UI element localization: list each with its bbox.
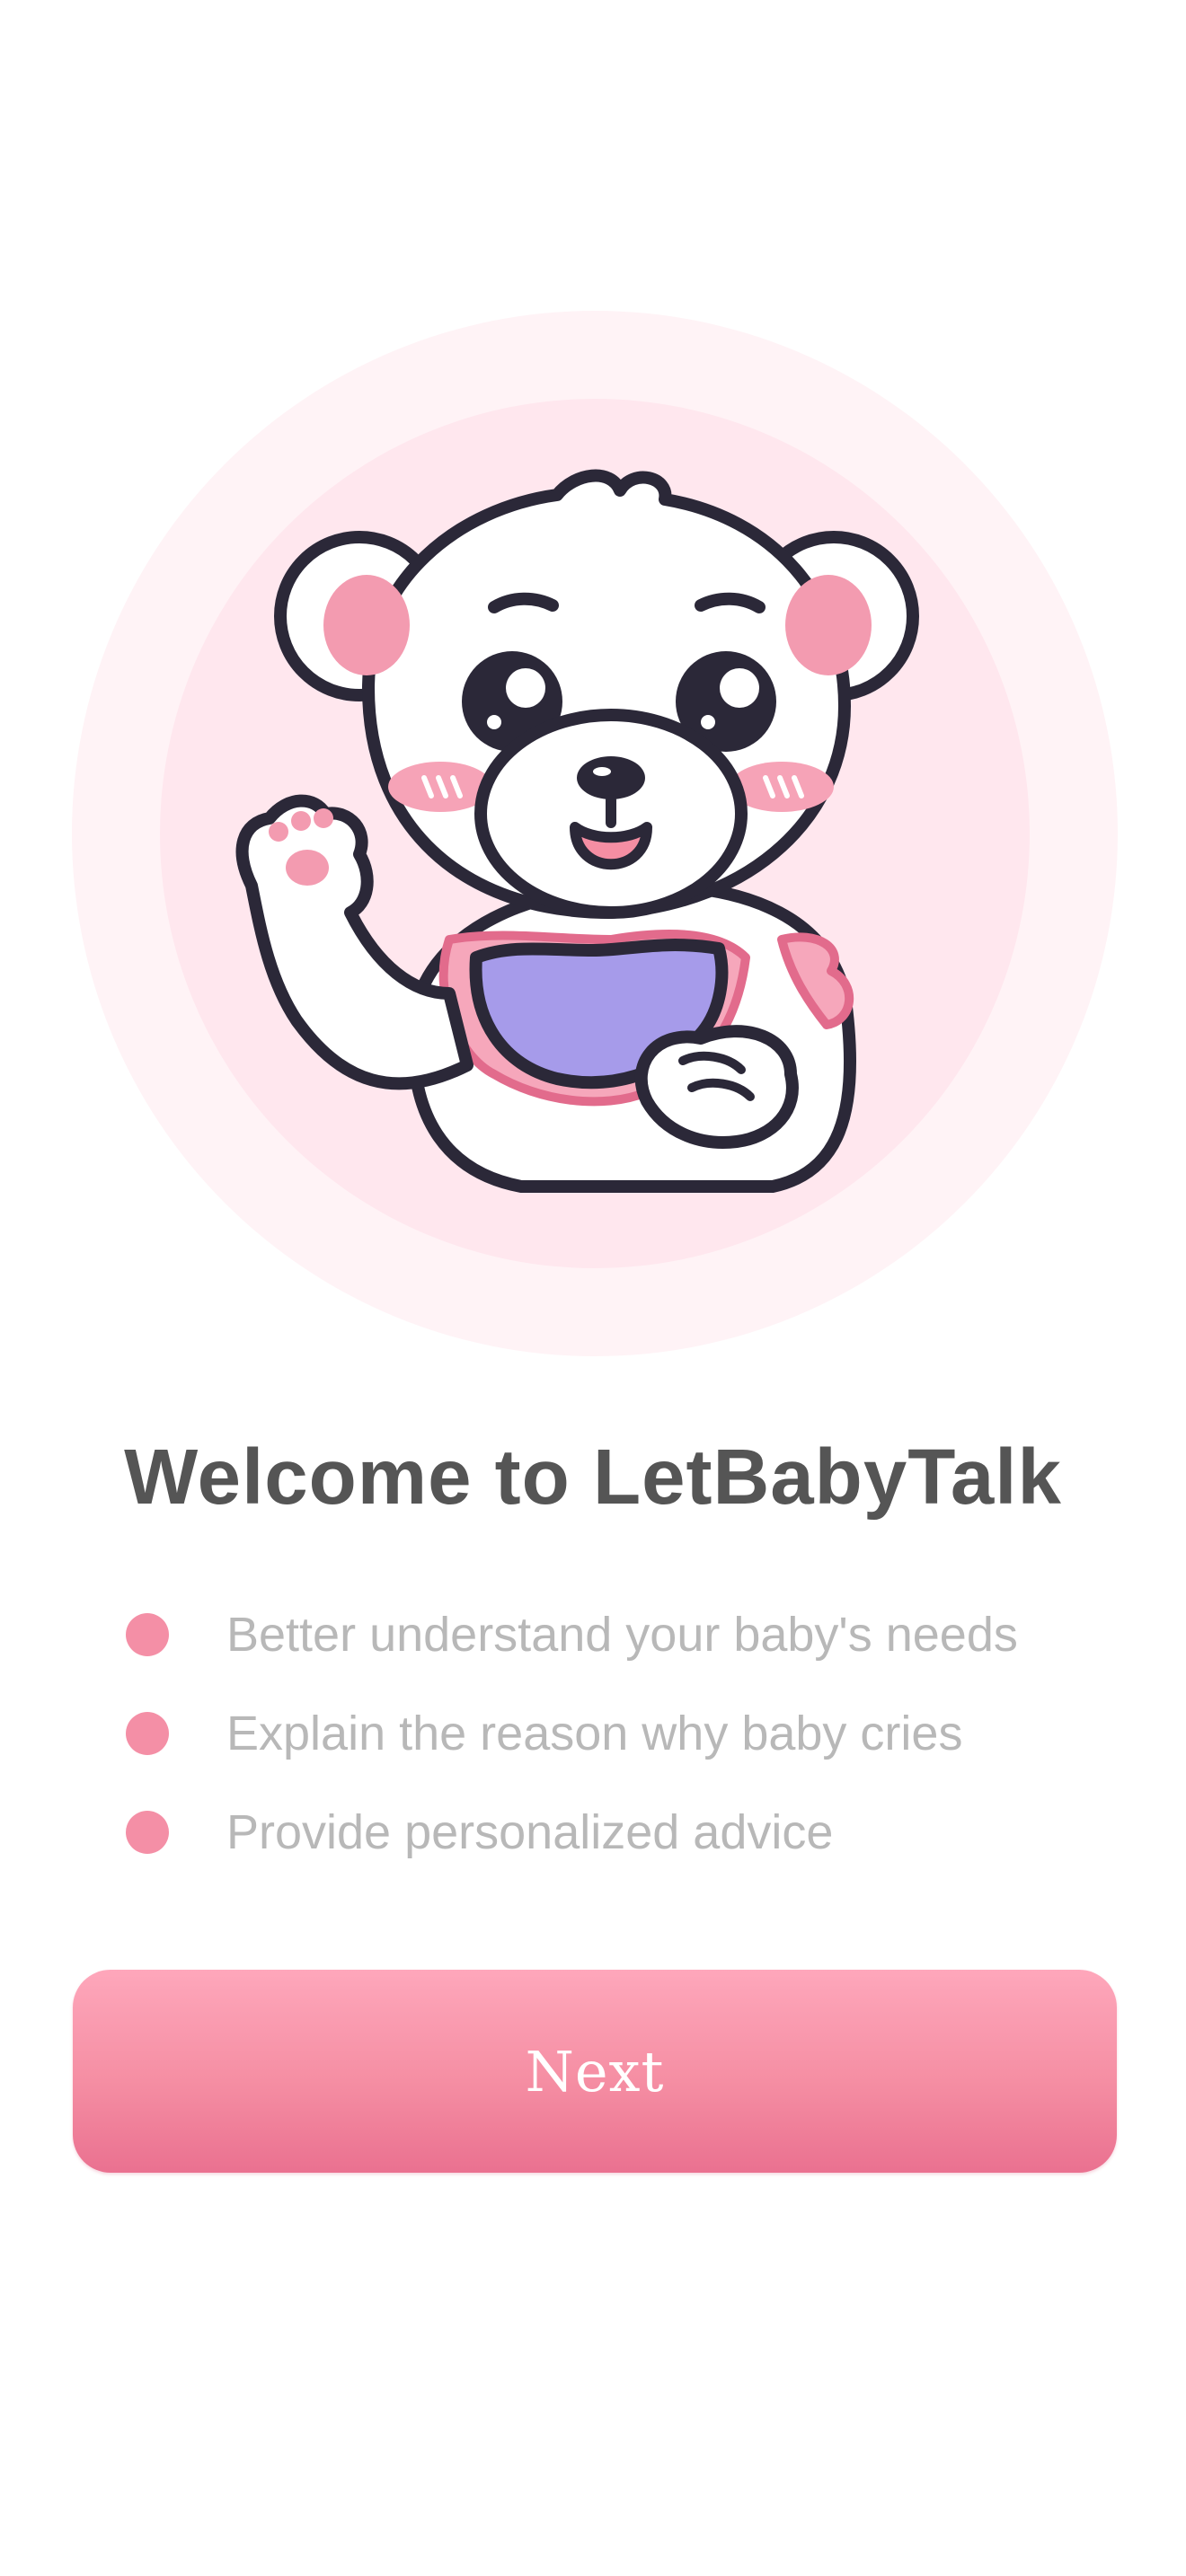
welcome-title: Welcome to LetBabyTalk bbox=[124, 1434, 1062, 1521]
feature-text: Provide personalized advice bbox=[226, 1805, 834, 1859]
feature-item: Provide personalized advice bbox=[126, 1783, 1114, 1882]
feature-item: Explain the reason why baby cries bbox=[126, 1684, 1114, 1783]
bear-mouth bbox=[570, 822, 652, 870]
bear-right-inner-ear bbox=[785, 575, 872, 675]
bear-left-inner-ear bbox=[323, 575, 410, 675]
feature-list: Better understand your baby's needs Expl… bbox=[126, 1585, 1114, 1882]
feature-text: Better understand your baby's needs bbox=[226, 1608, 1018, 1662]
next-button[interactable]: Next bbox=[73, 1970, 1117, 2173]
paw-pad bbox=[286, 850, 329, 886]
bullet-dot-icon bbox=[126, 1613, 169, 1656]
bear-nose bbox=[577, 756, 645, 799]
bear-mascot-illustration bbox=[72, 311, 1118, 1356]
bullet-dot-icon bbox=[126, 1811, 169, 1854]
bullet-dot-icon bbox=[126, 1712, 169, 1755]
feature-item: Better understand your baby's needs bbox=[126, 1585, 1114, 1684]
next-button-label: Next bbox=[525, 2038, 665, 2104]
feature-text: Explain the reason why baby cries bbox=[226, 1707, 963, 1760]
welcome-hero-illustration bbox=[72, 311, 1118, 1356]
